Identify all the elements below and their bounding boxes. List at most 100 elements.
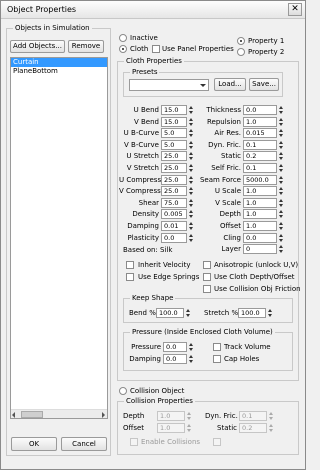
collision-extra-checkbox[interactable] <box>213 438 221 446</box>
v-b-curve-spinner[interactable] <box>188 140 194 150</box>
list-item-planebottom[interactable]: PlaneBottom <box>11 67 107 76</box>
horizontal-scrollbar[interactable] <box>11 409 107 418</box>
u-bend-spinner[interactable] <box>188 105 194 115</box>
shear-spinner[interactable] <box>188 198 194 208</box>
cloth-radio[interactable] <box>119 45 127 53</box>
offset-input[interactable]: 1.0 <box>243 221 277 231</box>
pressure-damping-input[interactable]: 0.0 <box>163 354 187 364</box>
collision-offset-spinner[interactable] <box>186 423 192 433</box>
use-collision-friction-checkbox[interactable] <box>203 285 211 293</box>
shear-input[interactable]: 75.0 <box>161 197 187 208</box>
property-2-radio[interactable] <box>237 48 245 56</box>
scroll-right-arrow-icon[interactable] <box>102 412 105 418</box>
seam-force-input[interactable]: 5000.0 <box>243 174 277 185</box>
v-stretch-input[interactable]: 25.0 <box>161 163 187 173</box>
static-spinner[interactable] <box>278 151 284 161</box>
stretch-percent-spinner[interactable] <box>267 308 273 318</box>
u-stretch-spinner[interactable] <box>188 151 194 161</box>
collision-static-input[interactable]: 0.2 <box>239 423 267 433</box>
use-panel-properties-checkbox[interactable] <box>152 45 160 53</box>
u-scale-spinner[interactable] <box>278 186 284 196</box>
collision-depth-spinner[interactable] <box>186 411 192 421</box>
remove-button[interactable]: Remove <box>68 40 104 53</box>
static-input[interactable]: 0.2 <box>243 151 277 162</box>
objects-list[interactable] <box>10 57 108 419</box>
collision-dyn-fric-input[interactable]: 0.1 <box>239 411 267 421</box>
pressure-spinner[interactable] <box>188 342 194 352</box>
pressure-group: Pressure (Inside Enclosed Cloth Volume) <box>123 328 293 371</box>
bend-percent-spinner[interactable] <box>185 308 191 318</box>
stretch-percent-input[interactable]: 100.0 <box>238 308 266 318</box>
enable-collisions-checkbox[interactable] <box>130 438 138 446</box>
cap-holes-checkbox[interactable] <box>213 355 221 363</box>
collision-static-spinner[interactable] <box>268 423 274 433</box>
dyn-fric-spinner[interactable] <box>278 140 284 150</box>
u-b-curve-spinner[interactable] <box>188 128 194 138</box>
v-compress-input[interactable]: 25.0 <box>161 186 187 197</box>
u-stretch-input[interactable]: 25.0 <box>161 151 187 162</box>
bend-percent-input[interactable]: 100.0 <box>156 308 184 318</box>
inactive-radio[interactable] <box>119 34 127 42</box>
property-1-label: Property 1 <box>248 37 285 45</box>
pressure-damping-spinner[interactable] <box>188 354 194 364</box>
use-cloth-depth-checkbox[interactable] <box>203 273 211 281</box>
collision-offset-input[interactable]: 1.0 <box>157 423 185 433</box>
cling-input[interactable]: 0.0 <box>243 232 277 243</box>
depth-spinner[interactable] <box>278 209 284 219</box>
self-fric-spinner[interactable] <box>278 163 284 173</box>
load-button[interactable]: Load... <box>214 78 246 91</box>
thickness-input[interactable]: 0.0 <box>243 105 277 115</box>
damping-input[interactable]: 0.01 <box>161 221 187 231</box>
list-item-curtain[interactable]: Curtain <box>11 58 107 67</box>
seam-force-spinner[interactable] <box>278 175 284 185</box>
pressure-input[interactable]: 0.0 <box>163 342 187 352</box>
layer-spinner[interactable] <box>278 244 284 254</box>
plasticity-spinner[interactable] <box>188 233 194 243</box>
u-bend-input[interactable]: 15.0 <box>161 105 187 115</box>
close-icon[interactable]: ✕ <box>288 3 302 16</box>
v-bend-spinner[interactable] <box>188 117 194 127</box>
use-edge-springs-checkbox[interactable] <box>126 273 134 281</box>
v-compress-spinner[interactable] <box>188 186 194 196</box>
cling-spinner[interactable] <box>278 233 284 243</box>
inherit-velocity-checkbox[interactable] <box>126 261 134 269</box>
repulsion-spinner[interactable] <box>278 117 284 127</box>
density-spinner[interactable] <box>188 209 194 219</box>
thickness-spinner[interactable] <box>278 105 284 115</box>
inherit-velocity-label: Inherit Velocity <box>138 261 191 269</box>
collision-depth-input[interactable]: 1.0 <box>157 411 185 421</box>
density-input[interactable]: 0.005 <box>161 209 187 220</box>
chevron-down-icon[interactable] <box>200 84 206 87</box>
collision-dyn-fric-spinner[interactable] <box>268 411 274 421</box>
damping-spinner[interactable] <box>188 221 194 231</box>
repulsion-input[interactable]: 1.0 <box>243 116 277 127</box>
cancel-button[interactable]: Cancel <box>61 437 107 451</box>
preset-dropdown[interactable] <box>129 79 209 91</box>
v-stretch-spinner[interactable] <box>188 163 194 173</box>
track-volume-checkbox[interactable] <box>213 343 221 351</box>
plasticity-input[interactable]: 0.0 <box>161 232 187 243</box>
u-compress-spinner[interactable] <box>188 175 194 185</box>
layer-input[interactable]: 0 <box>243 244 277 255</box>
air-res-input[interactable]: 0.015 <box>243 128 277 139</box>
v-scale-spinner[interactable] <box>278 198 284 208</box>
add-objects-button[interactable]: Add Objects... <box>10 40 65 53</box>
u-b-curve-input[interactable]: 5.0 <box>161 128 187 139</box>
ok-button[interactable]: OK <box>11 437 57 451</box>
dyn-fric-input[interactable]: 0.1 <box>243 139 277 150</box>
u-scale-input[interactable]: 1.0 <box>243 186 277 197</box>
scroll-left-arrow-icon[interactable] <box>12 412 15 418</box>
property-1-radio[interactable] <box>237 37 245 45</box>
air-res-spinner[interactable] <box>278 128 284 138</box>
self-fric-input[interactable]: 0.1 <box>243 163 277 173</box>
u-compress-input[interactable]: 25.0 <box>161 174 187 185</box>
scroll-thumb[interactable] <box>21 411 43 418</box>
save-button[interactable]: Save... <box>249 78 279 91</box>
v-bend-input[interactable]: 15.0 <box>161 116 187 127</box>
anisotropic-checkbox[interactable] <box>203 261 211 269</box>
v-b-curve-input[interactable]: 5.0 <box>161 139 187 150</box>
collision-object-radio[interactable] <box>119 387 127 395</box>
depth-input[interactable]: 1.0 <box>243 209 277 220</box>
offset-spinner[interactable] <box>278 221 284 231</box>
v-scale-input[interactable]: 1.0 <box>243 197 277 208</box>
